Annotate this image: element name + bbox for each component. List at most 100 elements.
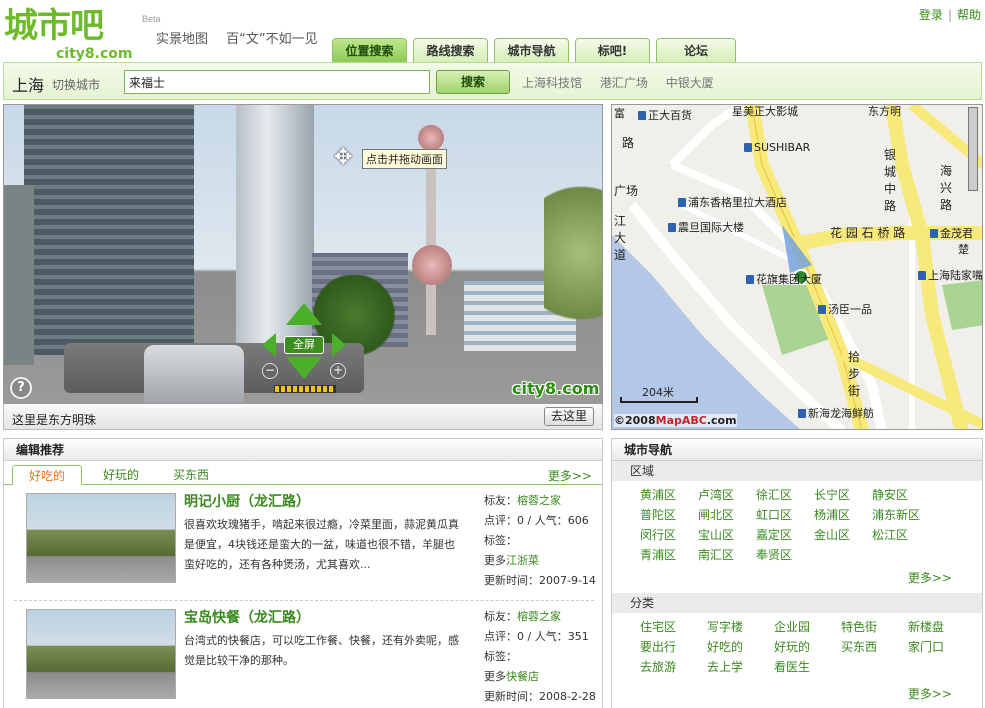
category-link[interactable]: 好吃的 [707, 637, 774, 657]
switch-city-link[interactable]: 切换城市 [52, 76, 100, 93]
restaurant-description: 台湾式的快餐店，可以吃工作餐、快餐，还有外卖呢，感觉是比较干净的那种。 [184, 634, 459, 667]
friend-link[interactable]: 榕蓉之家 [517, 610, 561, 623]
tab-route-search[interactable]: 路线搜索 [413, 38, 488, 62]
category-link[interactable]: 去旅游 [640, 657, 707, 677]
category-grid: 住宅区 写字楼 企业园 特色街 新楼盘 要出行 好吃的 好玩的 买东西 家门口 … [612, 613, 982, 677]
restaurant-photo[interactable] [26, 609, 176, 699]
logo-domain: city8.com [56, 46, 133, 62]
arrow-down-icon[interactable] [286, 357, 322, 379]
category-link[interactable]: 特色街 [841, 617, 908, 637]
category-link[interactable]: 写字楼 [707, 617, 774, 637]
category-link[interactable]: 快餐店 [506, 670, 539, 683]
arrow-right-icon[interactable] [332, 333, 346, 357]
district-link[interactable]: 普陀区 [640, 505, 698, 525]
panorama-nav-pad: 全屏 − + [262, 303, 346, 393]
district-link[interactable]: 卢湾区 [698, 485, 756, 505]
restaurant-title[interactable]: 明记小厨（龙汇路） [184, 491, 310, 511]
district-link[interactable]: 静安区 [872, 485, 930, 505]
category-link[interactable]: 住宅区 [640, 617, 707, 637]
district-link[interactable]: 闸北区 [698, 505, 756, 525]
restaurant-photo[interactable] [26, 493, 176, 583]
tab-food[interactable]: 好吃的 [12, 465, 82, 485]
category-link[interactable]: 看医生 [774, 657, 841, 677]
tab-location-search[interactable]: 位置搜索 [332, 38, 407, 62]
district-link[interactable]: 黄浦区 [640, 485, 698, 505]
zoom-out-button[interactable]: − [262, 363, 278, 379]
link-separator: | [947, 8, 952, 22]
panorama-caption-bar: 这里是东方明珠 去这里 [3, 404, 603, 430]
search-button[interactable]: 搜索 [436, 70, 510, 94]
editor-more-link[interactable]: 更多>> [548, 467, 592, 484]
go-here-button[interactable]: 去这里 [544, 407, 594, 426]
category-link[interactable]: 去上学 [707, 657, 774, 677]
zoom-in-button[interactable]: + [330, 363, 346, 379]
city-nav-title: 城市导航 [612, 439, 982, 461]
district-link[interactable]: 徐汇区 [756, 485, 814, 505]
category-link[interactable]: 企业园 [774, 617, 841, 637]
tab-shopping[interactable]: 买东西 [158, 465, 224, 485]
category-link[interactable]: 要出行 [640, 637, 707, 657]
arrow-left-icon[interactable] [262, 333, 276, 357]
restaurant-title[interactable]: 宝岛快餐（龙汇路） [184, 607, 310, 627]
poi-icon [798, 409, 806, 418]
map-label-text: 上海陆家嘴 [928, 269, 983, 282]
quick-link-3[interactable]: 中银大厦 [666, 76, 714, 90]
district-more-link[interactable]: 更多>> [612, 569, 982, 587]
district-link[interactable]: 奉贤区 [756, 545, 814, 565]
district-link[interactable]: 闵行区 [640, 525, 698, 545]
editor-tabs: 好吃的 好玩的 买东西 更多>> [4, 461, 602, 485]
tab-city-guide[interactable]: 城市导航 [494, 38, 569, 62]
login-link[interactable]: 登录 [919, 8, 943, 22]
district-link[interactable]: 杨浦区 [814, 505, 872, 525]
arrow-up-icon[interactable] [286, 303, 322, 325]
tags-label: 标签： [484, 650, 517, 663]
district-link[interactable]: 浦东新区 [872, 505, 930, 525]
help-link[interactable]: 帮助 [957, 8, 981, 22]
category-link[interactable]: 买东西 [841, 637, 908, 657]
district-link[interactable]: 松江区 [872, 525, 930, 545]
more-label: 更多 [484, 670, 506, 683]
category-link[interactable]: 好玩的 [774, 637, 841, 657]
panorama-caption: 这里是东方明珠 [12, 413, 97, 427]
map-label-text: SUSHIBAR [754, 141, 811, 154]
zoom-level-bar[interactable] [274, 385, 336, 393]
slogan-primary: 实景地图 [156, 32, 209, 47]
map[interactable]: 富 星美正大影城 东方明 正大百货 SUSHIBAR 浦东香格里拉大酒店 震旦国… [611, 104, 983, 430]
map-label-chu: 楚 [958, 243, 969, 256]
restaurant-meta: 标友：榕蓉之家 点评：0 / 人气：606 标签： 更多江浙菜 更新时间：200… [484, 491, 602, 591]
search-input[interactable] [124, 70, 430, 94]
logo[interactable]: 城市吧 city8.com Beta [4, 6, 161, 62]
pearl-tower-upper-sphere [418, 125, 444, 151]
friend-link[interactable]: 榕蓉之家 [517, 494, 561, 507]
street-view-panorama[interactable]: ✥ 点击并拖动画面 全屏 − + ? city8.com [3, 104, 603, 404]
friend-label: 标友： [484, 610, 517, 623]
help-icon[interactable]: ? [10, 377, 32, 399]
pearl-tower-lower-sphere [412, 245, 452, 285]
quick-links: 上海科技馆 港汇广场 中银大厦 [522, 74, 728, 91]
tab-fun[interactable]: 好玩的 [88, 465, 154, 485]
map-label-haixing-road: 海兴路 [940, 164, 953, 212]
tab-forum[interactable]: 论坛 [656, 38, 736, 62]
quick-link-1[interactable]: 上海科技馆 [522, 76, 582, 90]
map-label-lu: 路 [622, 136, 635, 150]
friend-row: 标友：榕蓉之家 [484, 607, 602, 627]
district-link[interactable]: 南汇区 [698, 545, 756, 565]
category-link[interactable]: 新楼盘 [908, 617, 975, 637]
category-link[interactable]: 江浙菜 [506, 554, 539, 567]
map-label-text: 浦东香格里拉大酒店 [688, 196, 787, 209]
fullscreen-button[interactable]: 全屏 [284, 336, 324, 354]
category-link[interactable]: 家门口 [908, 637, 975, 657]
tab-biaoba[interactable]: 标吧! [575, 38, 650, 62]
district-link[interactable]: 宝山区 [698, 525, 756, 545]
district-link[interactable]: 金山区 [814, 525, 872, 545]
district-link[interactable]: 虹口区 [756, 505, 814, 525]
category-more-link[interactable]: 更多>> [612, 685, 982, 703]
district-grid: 黄浦区 卢湾区 徐汇区 长宁区 静安区 普陀区 闸北区 虹口区 杨浦区 浦东新区… [612, 481, 982, 565]
quick-link-2[interactable]: 港汇广场 [600, 76, 648, 90]
district-link[interactable]: 长宁区 [814, 485, 872, 505]
district-link[interactable]: 青浦区 [640, 545, 698, 565]
map-label-lujiazui: 上海陆家嘴 [918, 269, 983, 282]
district-link[interactable]: 嘉定区 [756, 525, 814, 545]
copyright-year: ©2008 [614, 414, 656, 427]
map-zoom-slider[interactable] [968, 107, 978, 191]
